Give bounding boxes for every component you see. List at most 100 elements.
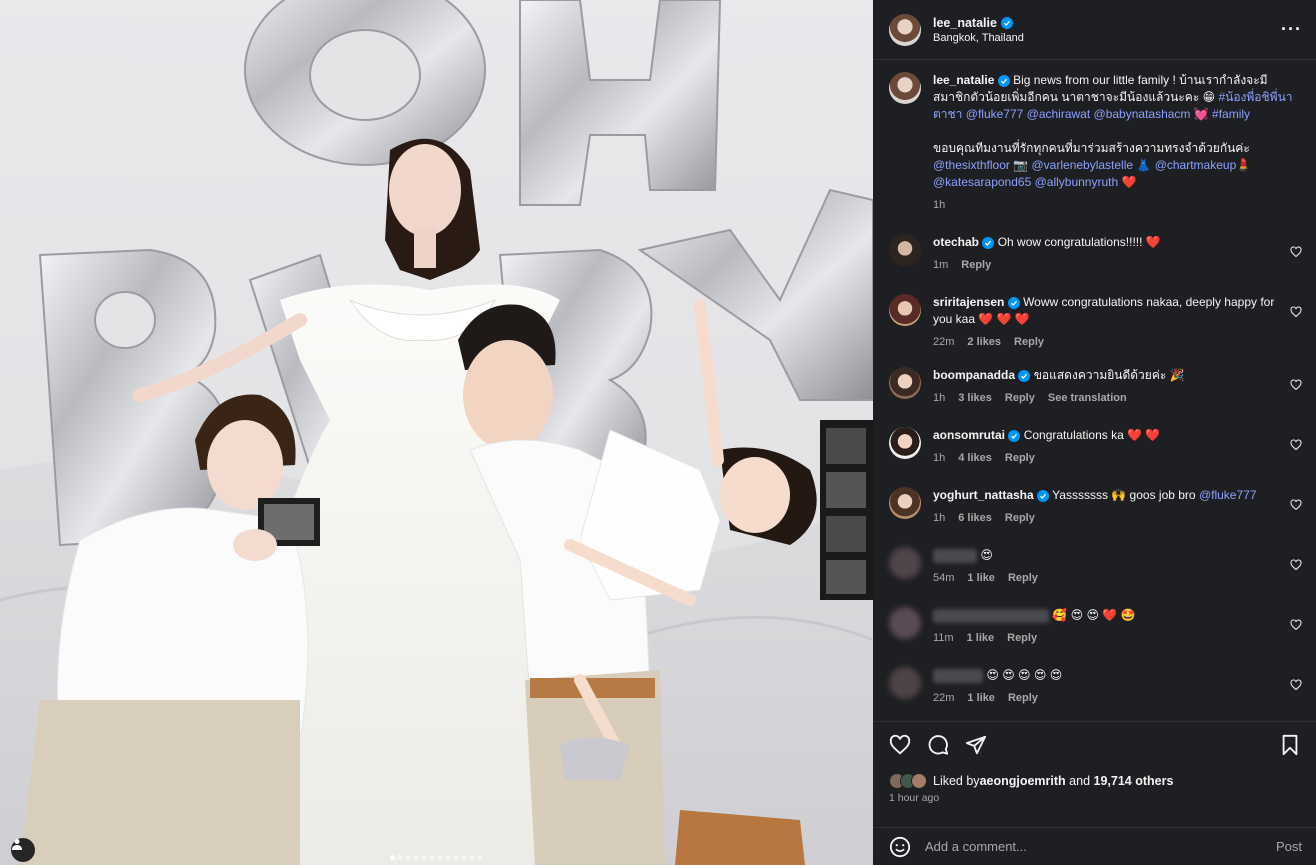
emoji-smiley-icon[interactable] (889, 836, 911, 858)
comment-time[interactable]: 1h (933, 510, 945, 527)
comment-time[interactable]: 11m (933, 630, 954, 647)
carousel-dot[interactable] (422, 855, 427, 860)
carousel-dot[interactable] (398, 855, 403, 860)
comment-time[interactable]: 22m (933, 334, 954, 351)
post-panel: lee_natalie Bangkok, Thailand ··· lee_na… (873, 0, 1316, 865)
verified-badge-icon (982, 237, 995, 249)
comment-reply-button[interactable]: Reply (1005, 450, 1035, 467)
comment-mention[interactable]: @fluke777 (1199, 488, 1257, 502)
like-comment-heart-icon[interactable] (1290, 306, 1302, 318)
like-comment-heart-icon[interactable] (1290, 246, 1302, 258)
caption-time[interactable]: 1h (933, 197, 945, 214)
liked-by-others[interactable]: 19,714 others (1094, 774, 1174, 788)
post-comment-button[interactable]: Post (1276, 839, 1302, 854)
comment-item: sriritajensen Woww congratulations nakaa… (889, 294, 1302, 351)
see-translation-button[interactable]: See translation (1048, 390, 1127, 407)
carousel-dot[interactable] (390, 855, 395, 860)
comment-reply-button[interactable]: Reply (1008, 690, 1038, 707)
post-photo[interactable] (0, 0, 873, 865)
like-comment-heart-icon[interactable] (1290, 619, 1302, 631)
comment-bubble-icon[interactable] (927, 734, 949, 756)
comment-reply-button[interactable]: Reply (1005, 510, 1035, 527)
verified-badge-icon (1008, 430, 1021, 442)
like-comment-heart-icon[interactable] (1290, 379, 1302, 391)
comment-likes[interactable]: 1 like (967, 570, 995, 587)
post-timestamp[interactable]: 1 hour ago (889, 792, 1300, 804)
commenter-avatar[interactable] (889, 427, 921, 459)
like-comment-heart-icon[interactable] (1290, 559, 1302, 571)
caption-emoji-c: 💄 (1236, 158, 1252, 172)
like-comment-heart-icon[interactable] (1290, 499, 1302, 511)
commenter-avatar[interactable] (889, 547, 921, 579)
like-heart-icon[interactable] (889, 734, 911, 756)
caption-hashtag-2[interactable]: #family (1212, 107, 1250, 121)
like-comment-heart-icon[interactable] (1290, 439, 1302, 451)
comment-time[interactable]: 1h (933, 450, 945, 467)
comment-likes[interactable]: 3 likes (958, 390, 992, 407)
caption-emoji-e: ❤️ (1118, 175, 1137, 189)
commenter-username-redacted[interactable] (933, 548, 977, 563)
comment-likes[interactable]: 1 like (967, 690, 995, 707)
tagged-people-button[interactable] (11, 838, 35, 862)
commenter-username[interactable]: otechab (933, 235, 979, 249)
carousel-dot[interactable] (470, 855, 475, 860)
commenter-avatar[interactable] (889, 294, 921, 326)
commenter-username-redacted[interactable] (933, 608, 1049, 623)
add-comment-input[interactable]: Add a comment... (925, 839, 1276, 854)
comment-text: 😍 😍 😍 😍 😍 (986, 668, 1063, 682)
carousel-dot[interactable] (406, 855, 411, 860)
commenter-username[interactable]: aonsomrutai (933, 428, 1005, 442)
bookmark-icon[interactable] (1280, 734, 1300, 756)
caption-mention-e[interactable]: @allybunnyruth (1035, 175, 1119, 189)
comment-time[interactable]: 54m (933, 570, 954, 587)
commenter-avatar[interactable] (889, 667, 921, 699)
carousel-dot[interactable] (438, 855, 443, 860)
comment-reply-button[interactable]: Reply (1005, 390, 1035, 407)
commenter-avatar[interactable] (889, 607, 921, 639)
location-link[interactable]: Bangkok, Thailand (933, 32, 1281, 44)
comment-reply-button[interactable]: Reply (1008, 570, 1038, 587)
comment-time[interactable]: 1h (933, 390, 945, 407)
commenter-avatar[interactable] (889, 487, 921, 519)
caption-avatar[interactable] (889, 72, 921, 104)
commenter-username[interactable]: yoghurt_nattasha (933, 488, 1034, 502)
comments-list[interactable]: lee_natalie Big news from our little fam… (873, 60, 1316, 721)
ellipsis-icon[interactable]: ··· (1281, 19, 1302, 40)
caption-username[interactable]: lee_natalie (933, 73, 994, 87)
comment-time[interactable]: 22m (933, 690, 954, 707)
commenter-username[interactable]: sriritajensen (933, 295, 1004, 309)
carousel-dot[interactable] (454, 855, 459, 860)
carousel-dot[interactable] (430, 855, 435, 860)
likes-summary[interactable]: Liked by aeongjoemrith and 19,714 others (889, 773, 1300, 789)
carousel-dot[interactable] (462, 855, 467, 860)
comment-reply-button[interactable]: Reply (1014, 334, 1044, 351)
caption-mention-b[interactable]: @varlenebylastelle (1032, 158, 1134, 172)
caption-mention-d[interactable]: @katesarapond65 (933, 175, 1031, 189)
caption: lee_natalie Big news from our little fam… (889, 72, 1302, 214)
carousel-indicator (0, 855, 873, 860)
commenter-username-redacted[interactable] (933, 668, 983, 683)
caption-mentions-1[interactable]: @fluke777 @achirawat @babynatashacm (966, 107, 1191, 121)
carousel-dot[interactable] (478, 855, 483, 860)
comment-likes[interactable]: 1 like (967, 630, 995, 647)
comment-likes[interactable]: 4 likes (958, 450, 992, 467)
comment-reply-button[interactable]: Reply (1007, 630, 1037, 647)
commenter-avatar[interactable] (889, 234, 921, 266)
share-send-icon[interactable] (965, 734, 987, 756)
like-comment-heart-icon[interactable] (1290, 679, 1302, 691)
commenter-username[interactable]: boompanadda (933, 368, 1015, 382)
caption-mention-c[interactable]: @chartmakeup (1155, 158, 1237, 172)
caption-mention-a[interactable]: @thesixthfloor (933, 158, 1010, 172)
commenter-avatar[interactable] (889, 367, 921, 399)
author-avatar[interactable] (889, 13, 921, 46)
comment-reply-button[interactable]: Reply (961, 257, 991, 274)
comment-text: 😍 (980, 548, 993, 562)
comment-likes[interactable]: 2 likes (967, 334, 1001, 351)
liked-by-user[interactable]: aeongjoemrith (980, 774, 1066, 788)
carousel-dot[interactable] (414, 855, 419, 860)
comment-likes[interactable]: 6 likes (958, 510, 992, 527)
caption-emoji-a: 📷 (1009, 158, 1032, 172)
comment-time[interactable]: 1m (933, 257, 948, 274)
carousel-dot[interactable] (446, 855, 451, 860)
author-username[interactable]: lee_natalie (933, 16, 997, 30)
